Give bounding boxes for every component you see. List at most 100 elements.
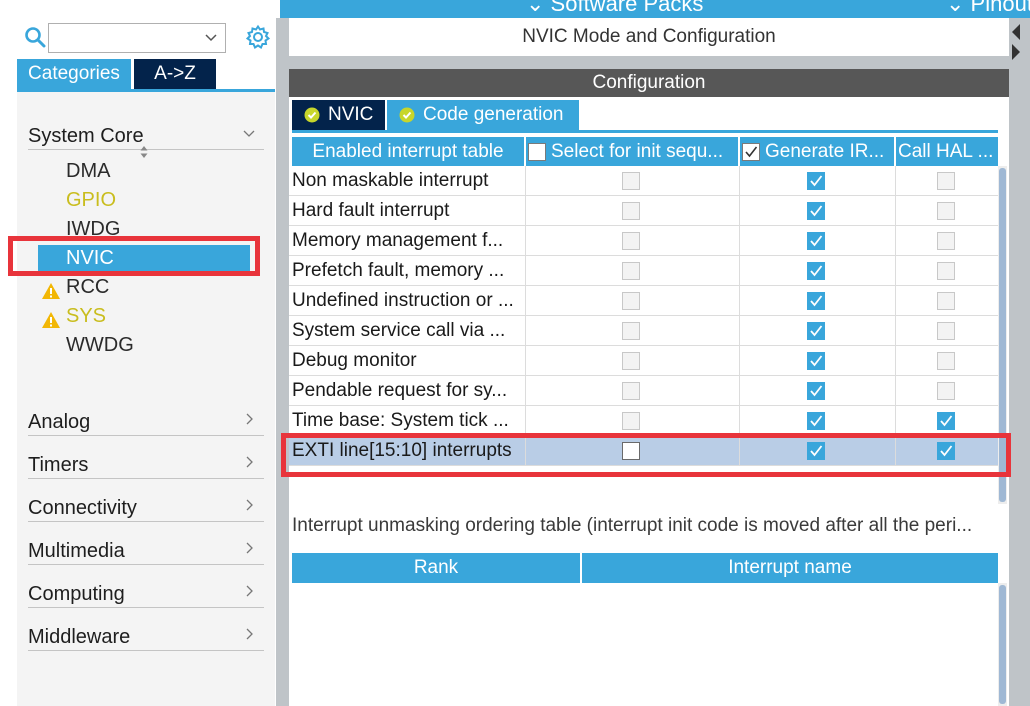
chevron-right-icon xyxy=(246,413,253,425)
generate-irq-checkbox[interactable] xyxy=(807,292,825,310)
interrupt-name: Debug monitor xyxy=(292,350,417,371)
column-separator xyxy=(895,196,896,226)
system-core-item-rcc[interactable]: RCC xyxy=(66,274,109,300)
select-all-generate-checkbox[interactable] xyxy=(742,143,760,161)
category-analog[interactable]: Analog xyxy=(28,408,264,436)
interrupt-name: Time base: System tick ... xyxy=(292,410,509,431)
column-separator xyxy=(739,316,740,346)
tab-a-to-z[interactable]: A->Z xyxy=(134,59,216,89)
call-hal-checkbox xyxy=(937,322,955,340)
table-row[interactable]: Prefetch fault, memory ... xyxy=(289,256,998,286)
table-row[interactable]: Memory management f... xyxy=(289,226,998,256)
column-separator xyxy=(525,316,526,346)
generate-irq-checkbox[interactable] xyxy=(807,322,825,340)
check-circle-icon xyxy=(304,107,320,123)
column-header-rank[interactable]: Rank xyxy=(292,553,580,583)
pinout-menu[interactable]: ⌄ Pinout xyxy=(946,0,1030,17)
top-toolbar: ⌄ Software Packs ⌄ Pinout xyxy=(280,0,1030,18)
select-init-checkbox xyxy=(622,232,640,250)
unmasking-table-title: Interrupt unmasking ordering table (inte… xyxy=(292,515,973,536)
select-init-checkbox xyxy=(622,202,640,220)
select-init-checkbox xyxy=(622,352,640,370)
chevron-right-icon xyxy=(246,499,253,511)
configuration-panel: Configuration NVIC Code generation Enabl… xyxy=(289,69,1009,706)
category-connectivity[interactable]: Connectivity xyxy=(28,494,264,522)
column-separator xyxy=(895,346,896,376)
system-core-item-sys[interactable]: SYS xyxy=(66,303,106,329)
chevron-right-icon xyxy=(246,456,253,468)
unmasking-table-scrollbar[interactable] xyxy=(998,583,1007,706)
column-header-interrupt-name[interactable]: Interrupt name xyxy=(582,553,998,583)
sort-icon[interactable] xyxy=(139,144,149,160)
select-init-checkbox xyxy=(622,322,640,340)
select-init-checkbox xyxy=(622,382,640,400)
select-init-checkbox xyxy=(622,292,640,310)
select-init-checkbox xyxy=(622,412,640,430)
column-separator xyxy=(739,286,740,316)
column-separator xyxy=(895,256,896,286)
generate-irq-checkbox[interactable] xyxy=(807,382,825,400)
software-packs-menu[interactable]: ⌄ Software Packs xyxy=(526,0,703,17)
system-core-item-gpio[interactable]: GPIO xyxy=(66,187,116,213)
tab-nvic[interactable]: NVIC xyxy=(292,100,385,130)
generate-irq-checkbox[interactable] xyxy=(807,232,825,250)
chevron-down-icon[interactable] xyxy=(203,28,219,46)
table-row[interactable]: Debug monitor xyxy=(289,346,998,376)
column-separator xyxy=(525,226,526,256)
collapse-arrow-icon[interactable] xyxy=(1012,24,1020,40)
column-header-generate-irq[interactable]: Generate IR... xyxy=(740,137,894,166)
column-header-select-init[interactable]: Select for init sequ... xyxy=(526,137,738,166)
search-input[interactable] xyxy=(49,24,199,52)
table-row[interactable]: Hard fault interrupt xyxy=(289,196,998,226)
table-row[interactable]: System service call via ... xyxy=(289,316,998,346)
category-label: Middleware xyxy=(28,626,131,648)
generate-irq-checkbox[interactable] xyxy=(807,262,825,280)
interrupt-name: Pendable request for sy... xyxy=(292,380,508,401)
tab-code-generation[interactable]: Code generation xyxy=(387,100,579,130)
category-label: System Core xyxy=(28,125,144,147)
generate-irq-checkbox[interactable] xyxy=(807,202,825,220)
header-label: Enabled interrupt table xyxy=(312,141,504,162)
scrollbar-thumb[interactable] xyxy=(999,585,1006,704)
gear-icon[interactable] xyxy=(245,24,271,50)
category-computing[interactable]: Computing xyxy=(28,580,264,608)
column-separator xyxy=(525,256,526,286)
generate-irq-checkbox[interactable] xyxy=(807,172,825,190)
category-timers[interactable]: Timers xyxy=(28,451,264,479)
column-separator xyxy=(895,166,896,196)
call-hal-checkbox xyxy=(937,352,955,370)
table-row[interactable]: Time base: System tick ... xyxy=(289,406,998,436)
column-separator xyxy=(895,226,896,256)
generate-irq-checkbox[interactable] xyxy=(807,352,825,370)
call-hal-checkbox[interactable] xyxy=(937,412,955,430)
chevron-down-icon xyxy=(243,130,255,137)
tab-categories[interactable]: Categories xyxy=(17,59,131,89)
column-separator xyxy=(739,196,740,226)
select-all-init-checkbox[interactable] xyxy=(528,143,546,161)
search-icon[interactable] xyxy=(24,26,46,48)
category-middleware[interactable]: Middleware xyxy=(28,623,264,651)
table-row[interactable]: Undefined instruction or ... xyxy=(289,286,998,316)
column-separator xyxy=(895,286,896,316)
generate-irq-checkbox[interactable] xyxy=(807,412,825,430)
interrupt-name: Hard fault interrupt xyxy=(292,200,450,221)
column-separator xyxy=(739,376,740,406)
table-row[interactable]: Non maskable interrupt xyxy=(289,166,998,196)
tab-underline xyxy=(292,130,998,133)
header-label: Select for init sequ... xyxy=(551,141,724,162)
expand-arrow-icon[interactable] xyxy=(1012,44,1020,60)
table-row[interactable]: Pendable request for sy... xyxy=(289,376,998,406)
call-hal-checkbox xyxy=(937,232,955,250)
column-header-enabled-interrupt[interactable]: Enabled interrupt table xyxy=(292,137,524,166)
column-separator xyxy=(895,406,896,436)
column-separator xyxy=(525,286,526,316)
call-hal-checkbox xyxy=(937,382,955,400)
category-multimedia[interactable]: Multimedia xyxy=(28,537,264,565)
interrupt-name: System service call via ... xyxy=(292,320,506,341)
column-header-call-hal[interactable]: Call HAL ... xyxy=(896,137,998,166)
search-combobox[interactable] xyxy=(48,23,226,53)
column-separator xyxy=(525,346,526,376)
system-core-item-dma[interactable]: DMA xyxy=(66,158,110,184)
system-core-item-wwdg[interactable]: WWDG xyxy=(66,332,134,358)
call-hal-checkbox xyxy=(937,292,955,310)
